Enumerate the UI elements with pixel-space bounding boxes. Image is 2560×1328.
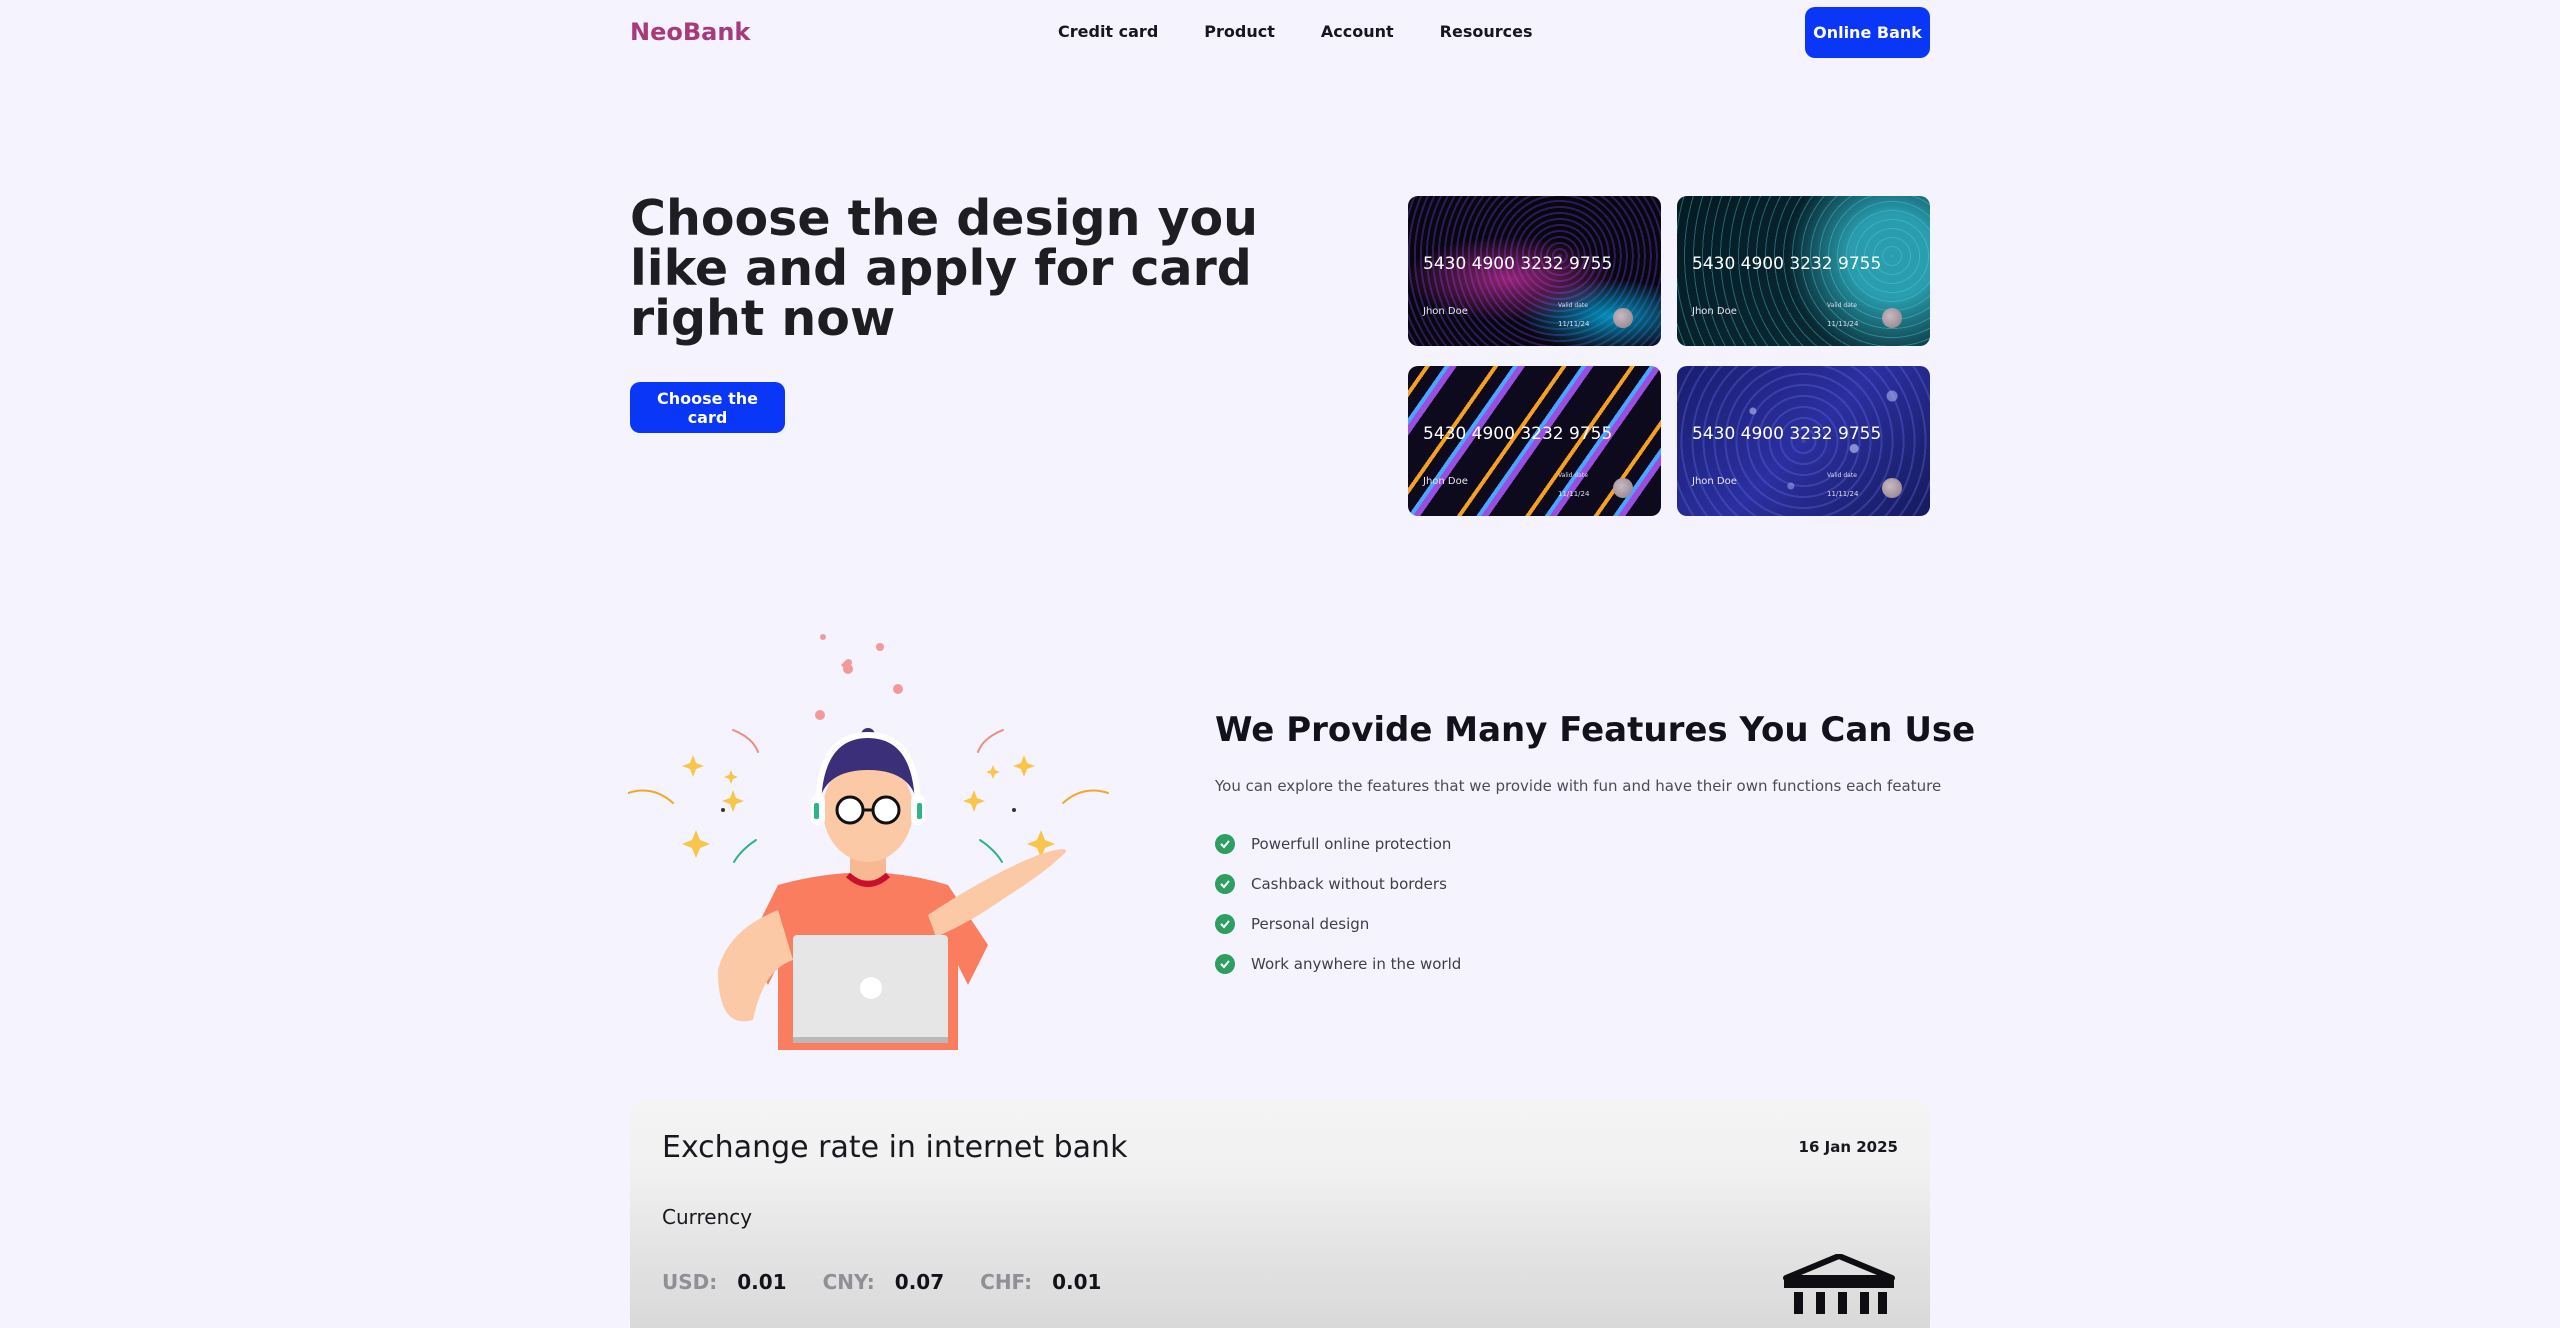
bank-building-icon	[1783, 1254, 1895, 1314]
nav-credit-card[interactable]: Credit card	[1058, 22, 1158, 41]
nav-account[interactable]: Account	[1321, 22, 1394, 41]
exchange-rate-panel: Exchange rate in internet bank 16 Jan 20…	[630, 1098, 1930, 1328]
features-title: We Provide Many Features You Can Use	[1215, 710, 1976, 750]
check-circle-icon	[1215, 954, 1235, 974]
card-design-2[interactable]: 5430 4900 3232 9755 Jhon Doe Valid date …	[1677, 196, 1930, 346]
feature-item: Personal design	[1215, 904, 1461, 944]
card-logo-icon	[1882, 478, 1902, 498]
card-holder: Jhon Doe	[1423, 306, 1468, 317]
rate-code: USD:	[662, 1270, 718, 1294]
choose-card-button[interactable]: Choose the card	[630, 382, 785, 433]
card-design-4[interactable]: 5430 4900 3232 9755 Jhon Doe Valid date …	[1677, 366, 1930, 516]
card-date: 11/11/24	[1827, 490, 1859, 498]
features-description: You can explore the features that we pro…	[1215, 777, 1942, 795]
rate-code: CNY:	[822, 1270, 875, 1294]
card-number: 5430 4900 3232 9755	[1692, 254, 1882, 274]
rate-chf: CHF: 0.01	[980, 1270, 1101, 1294]
card-date: 11/11/24	[1558, 320, 1590, 328]
card-logo-icon	[1613, 308, 1633, 328]
hero-title: Choose the design you like and apply for…	[630, 190, 1259, 347]
card-valid-label: Valid date	[1827, 472, 1857, 479]
logo[interactable]: NeoBank	[630, 18, 750, 46]
card-date: 11/11/24	[1827, 320, 1859, 328]
feature-text: Personal design	[1251, 915, 1370, 933]
rate-code: CHF:	[980, 1270, 1033, 1294]
rate-usd: USD: 0.01	[662, 1270, 787, 1294]
currency-rates: USD: 0.01 CNY: 0.07 CHF: 0.01	[662, 1270, 1101, 1294]
card-valid-label: Valid date	[1827, 302, 1857, 309]
card-design-1[interactable]: 5430 4900 3232 9755 Jhon Doe Valid date …	[1408, 196, 1661, 346]
rate-value: 0.01	[737, 1270, 787, 1294]
nav-resources[interactable]: Resources	[1440, 22, 1533, 41]
rate-value: 0.01	[1052, 1270, 1102, 1294]
card-holder: Jhon Doe	[1692, 306, 1737, 317]
rate-cny: CNY: 0.07	[823, 1270, 945, 1294]
feature-item: Work anywhere in the world	[1215, 944, 1461, 984]
exchange-date: 16 Jan 2025	[1798, 1138, 1898, 1156]
rate-value: 0.07	[894, 1270, 945, 1294]
card-valid-label: Valid date	[1558, 302, 1588, 309]
check-circle-icon	[1215, 914, 1235, 934]
card-holder: Jhon Doe	[1423, 476, 1468, 487]
feature-text: Work anywhere in the world	[1251, 955, 1462, 973]
card-holder: Jhon Doe	[1692, 476, 1737, 487]
card-logo-icon	[1613, 478, 1633, 498]
online-bank-button[interactable]: Online Bank	[1805, 7, 1930, 58]
nav-product[interactable]: Product	[1204, 22, 1275, 41]
feature-text: Cashback without borders	[1251, 875, 1447, 893]
top-navigation: NeoBank Credit card Product Account Reso…	[630, 0, 1930, 64]
feature-text: Powerfull online protection	[1251, 835, 1452, 853]
card-number: 5430 4900 3232 9755	[1423, 424, 1613, 444]
feature-item: Cashback without borders	[1215, 864, 1461, 904]
features-list: Powerfull online protection Cashback wit…	[1215, 824, 1461, 984]
card-number: 5430 4900 3232 9755	[1423, 254, 1613, 274]
card-logo-icon	[1882, 308, 1902, 328]
check-circle-icon	[1215, 834, 1235, 854]
card-number: 5430 4900 3232 9755	[1692, 424, 1882, 444]
card-date: 11/11/24	[1558, 490, 1590, 498]
main-nav: Credit card Product Account Resources	[1058, 22, 1532, 41]
person-with-laptop-illustration	[628, 634, 1109, 1050]
currency-label: Currency	[662, 1205, 753, 1229]
card-valid-label: Valid date	[1558, 472, 1588, 479]
exchange-title: Exchange rate in internet bank	[662, 1130, 1128, 1165]
feature-item: Powerfull online protection	[1215, 824, 1461, 864]
check-circle-icon	[1215, 874, 1235, 894]
card-design-3[interactable]: 5430 4900 3232 9755 Jhon Doe Valid date …	[1408, 366, 1661, 516]
